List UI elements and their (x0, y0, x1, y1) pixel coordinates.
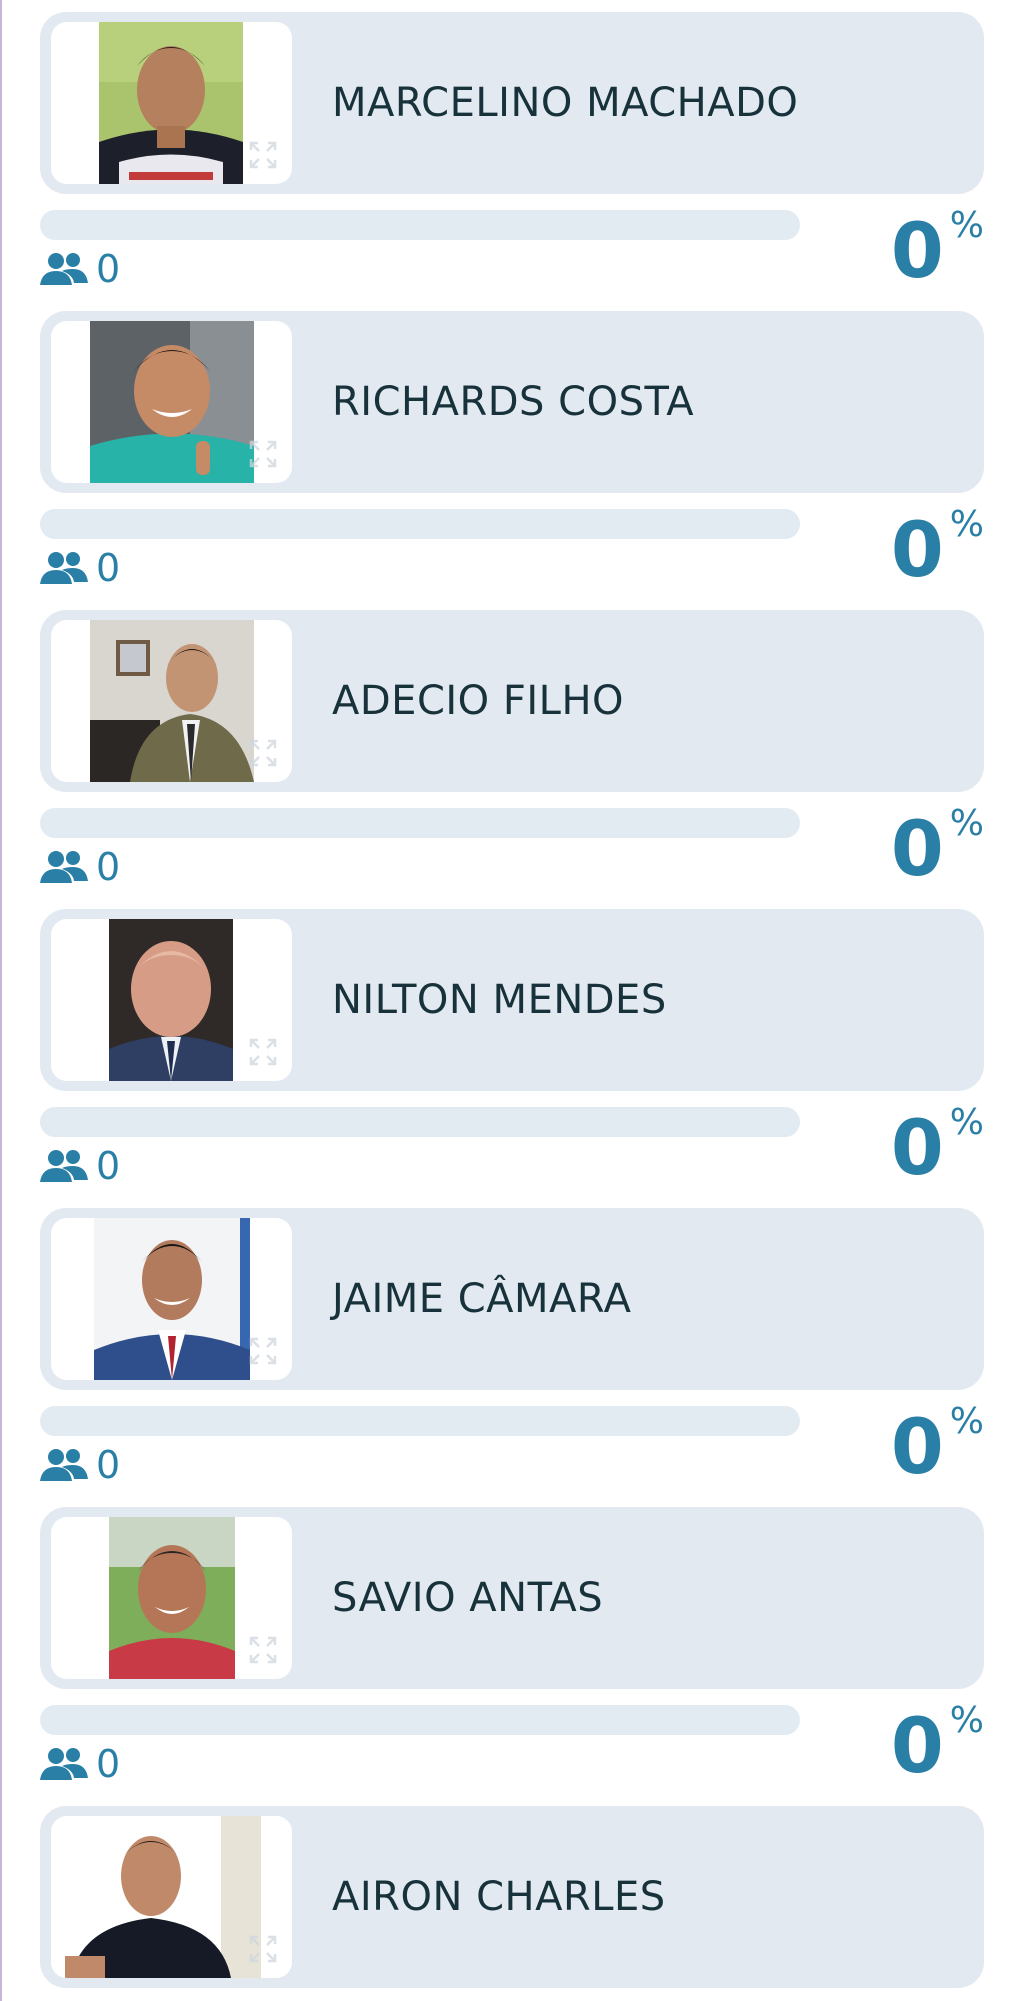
users-icon (40, 849, 88, 885)
percent-sign: % (949, 1700, 984, 1741)
users-icon (40, 1148, 88, 1184)
candidate-photo-frame[interactable] (51, 1816, 292, 1978)
vote-progress-bar (40, 1406, 800, 1436)
candidate-card[interactable]: AIRON CHARLES (40, 1806, 984, 1988)
candidate-name: RICHARDS COSTA (332, 379, 695, 425)
percent-value: 0 (890, 1701, 944, 1790)
vote-count-group: 0 (40, 842, 120, 892)
users-icon (40, 251, 88, 287)
candidate-card[interactable]: JAIME CÂMARA (40, 1208, 984, 1390)
percent-sign: % (949, 205, 984, 246)
vote-percentage: 0% (891, 1402, 984, 1492)
candidate-name: JAIME CÂMARA (332, 1276, 632, 1322)
percent-sign: % (949, 1102, 984, 1143)
vote-count: 0 (96, 1144, 121, 1188)
users-icon (40, 550, 88, 586)
candidate-photo (99, 22, 243, 184)
vote-count: 0 (96, 1742, 121, 1786)
expand-icon[interactable] (248, 1037, 278, 1067)
vote-percentage: 0% (891, 1701, 984, 1791)
vote-count-group: 0 (40, 244, 120, 294)
expand-icon[interactable] (248, 140, 278, 170)
expand-icon[interactable] (248, 1336, 278, 1366)
candidate-photo-frame[interactable] (51, 620, 292, 782)
vote-percentage: 0% (891, 206, 984, 296)
vote-progress-bar (40, 210, 800, 240)
percent-sign: % (949, 803, 984, 844)
candidate-name: SAVIO ANTAS (332, 1575, 604, 1621)
candidate-name: AIRON CHARLES (332, 1874, 666, 1920)
percent-value: 0 (890, 206, 944, 295)
candidate-photo (94, 1218, 250, 1380)
vote-progress-bar (40, 1107, 800, 1137)
expand-icon[interactable] (248, 1934, 278, 1964)
candidate-name: MARCELINO MACHADO (332, 80, 799, 126)
candidate-photo (90, 321, 254, 483)
candidate-photo-frame[interactable] (51, 321, 292, 483)
vote-progress-bar (40, 1705, 800, 1735)
percent-value: 0 (890, 1103, 944, 1192)
candidate-photo-frame[interactable] (51, 1517, 292, 1679)
candidate-photo (109, 1517, 235, 1679)
expand-icon[interactable] (248, 1635, 278, 1665)
candidate-card[interactable]: MARCELINO MACHADO (40, 12, 984, 194)
vote-count-group: 0 (40, 1440, 120, 1490)
vote-count: 0 (96, 1443, 121, 1487)
expand-icon[interactable] (248, 738, 278, 768)
vote-count-group: 0 (40, 543, 120, 593)
candidate-card[interactable]: NILTON MENDES (40, 909, 984, 1091)
users-icon (40, 1746, 88, 1782)
vote-progress-bar (40, 808, 800, 838)
vote-count: 0 (96, 247, 121, 291)
vote-percentage: 0% (891, 804, 984, 894)
candidate-card[interactable]: SAVIO ANTAS (40, 1507, 984, 1689)
vote-count-group: 0 (40, 1141, 120, 1191)
candidate-card[interactable]: RICHARDS COSTA (40, 311, 984, 493)
vote-count: 0 (96, 546, 121, 590)
expand-icon[interactable] (248, 439, 278, 469)
vote-count: 0 (96, 845, 121, 889)
percent-sign: % (949, 504, 984, 545)
users-icon (40, 1447, 88, 1483)
vote-progress-bar (40, 509, 800, 539)
poll-results-list: MARCELINO MACHADO 0 0% RICHARDS COSTA 0 … (0, 0, 1018, 2001)
candidate-card[interactable]: ADECIO FILHO (40, 610, 984, 792)
candidate-photo-frame[interactable] (51, 22, 292, 184)
percent-sign: % (949, 1401, 984, 1442)
vote-percentage: 0% (891, 1103, 984, 1193)
percent-value: 0 (890, 804, 944, 893)
percent-value: 0 (890, 505, 944, 594)
candidate-photo-frame[interactable] (51, 1218, 292, 1380)
vote-percentage: 0% (891, 505, 984, 595)
percent-value: 0 (890, 1402, 944, 1491)
candidate-photo-frame[interactable] (51, 919, 292, 1081)
candidate-photo (90, 620, 254, 782)
candidate-name: ADECIO FILHO (332, 678, 625, 724)
candidate-photo (109, 919, 233, 1081)
vote-count-group: 0 (40, 1739, 120, 1789)
candidate-name: NILTON MENDES (332, 977, 667, 1023)
